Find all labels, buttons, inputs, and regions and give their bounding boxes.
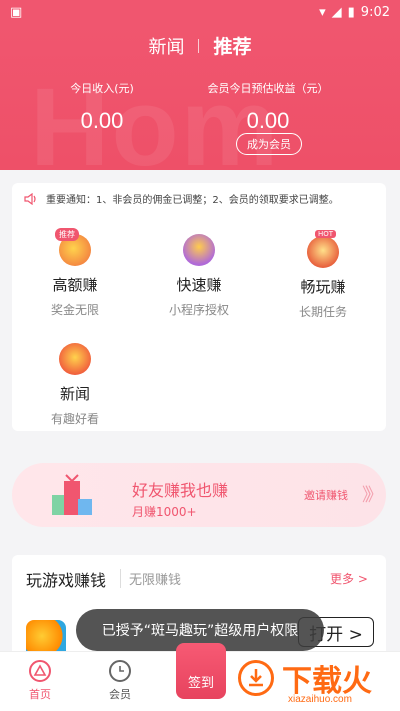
tab-news[interactable]: 新闻	[148, 33, 184, 59]
nav-home-label: 首页	[29, 688, 51, 701]
feature-title: 快速赚	[176, 276, 222, 294]
feature-subtitle: 有趣好看	[50, 412, 99, 426]
nav-home[interactable]: 首页	[10, 660, 70, 702]
download-logo-icon	[238, 660, 274, 696]
games-subtitle: 无限赚钱	[120, 569, 181, 588]
nav-member-label: 会员	[109, 688, 131, 701]
invite-banner[interactable]: 好友赚我也赚 月赚1000+ 邀请赚钱 》》	[12, 463, 386, 527]
feature-subtitle: 小程序授权	[168, 303, 229, 317]
speaker-icon	[24, 192, 38, 205]
wifi-icon: ▾	[319, 4, 326, 20]
image-notification-icon: ▣	[10, 4, 23, 20]
feature-subtitle: 长期任务	[298, 305, 347, 319]
top-tabs: 新闻 推荐	[0, 32, 400, 59]
member-estimate: 会员今日预估收益（元） 0.00	[200, 80, 336, 134]
feature-title: 新闻	[59, 385, 90, 403]
red-envelope-icon: 推荐	[55, 228, 91, 266]
signin-button[interactable]: 签到	[176, 643, 226, 699]
games-title: 玩游戏赚钱	[26, 571, 107, 590]
notice-text: 重要通知：1、非会员的佣金已调整；2、会员的领取要求已调整。	[46, 195, 339, 206]
feature-title: 畅玩赚	[300, 278, 346, 296]
feature-play-earn[interactable]: HOT 畅玩赚 长期任务	[278, 230, 368, 320]
fortune-god-icon: HOT	[307, 230, 339, 268]
invite-link[interactable]: 邀请赚钱	[304, 487, 348, 503]
hot-badge: HOT	[315, 230, 337, 238]
treasure-chest-icon	[183, 234, 215, 266]
notice-bar[interactable]: 重要通知：1、非会员的佣金已调整；2、会员的领取要求已调整。	[24, 191, 339, 206]
banner-subtitle: 月赚1000+	[132, 505, 197, 519]
today-income-value: 0.00	[80, 108, 124, 133]
income-header: Hom 新闻 推荐 今日收入(元) 0.00 会员今日预估收益（元） 0.00	[0, 24, 400, 170]
site-watermark: 下载火 xiazaihuo.com	[232, 654, 400, 710]
become-member-button[interactable]: 成为会员	[236, 133, 302, 155]
feature-high-earn[interactable]: 推荐 高额赚 奖金无限	[30, 228, 120, 318]
battery-icon: ▮	[347, 4, 355, 20]
banner-title: 好友赚我也赚	[132, 481, 229, 500]
news-icon	[59, 343, 91, 375]
tab-recommend[interactable]: 推荐	[213, 32, 251, 59]
recommend-badge: 推荐	[55, 228, 79, 241]
signal-icon: ◢	[331, 4, 342, 20]
feature-subtitle: 奖金无限	[50, 303, 99, 317]
today-income-label: 今日收入(元)	[70, 82, 134, 95]
clock-icon	[109, 660, 131, 682]
games-more-link[interactable]: 更多 >	[330, 570, 368, 587]
member-estimate-value: 0.00	[246, 108, 290, 133]
nav-member[interactable]: 会员	[90, 660, 150, 702]
watermark-url: xiazaihuo.com	[288, 694, 352, 705]
double-chevron-icon: 》》	[362, 485, 383, 506]
tab-divider	[198, 38, 200, 53]
today-income: 今日收入(元) 0.00	[64, 80, 140, 134]
member-estimate-label: 会员今日预估收益（元）	[207, 82, 329, 95]
home-icon	[29, 660, 51, 682]
feature-news[interactable]: 新闻 有趣好看	[30, 343, 120, 427]
gift-box-icon	[48, 473, 100, 519]
feature-title: 高额赚	[52, 276, 98, 294]
status-bar: ▣ ▾ ◢ ▮ 9:02	[0, 0, 400, 24]
feature-quick-earn[interactable]: 快速赚 小程序授权	[154, 234, 244, 318]
status-time: 9:02	[360, 4, 390, 20]
